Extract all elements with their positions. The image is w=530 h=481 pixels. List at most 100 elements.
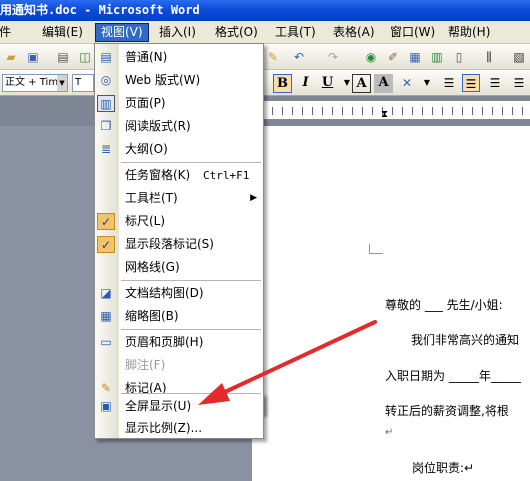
- thumbnails-icon: ▦: [100, 309, 112, 323]
- menu-item-label: 普通(N): [125, 50, 168, 64]
- doc-greeting: 尊敬的 ___ 先生/小姐:: [385, 298, 503, 312]
- reading-layout-icon: ❐: [100, 119, 112, 133]
- print-preview-icon[interactable]: ◫: [76, 48, 94, 66]
- bold-button[interactable]: B: [273, 74, 292, 93]
- menu-help[interactable]: 帮助(H): [443, 23, 495, 42]
- menu-item-shortcut: Ctrl+F1: [203, 169, 250, 182]
- insert-table-icon[interactable]: ▦: [406, 48, 424, 66]
- menu-format[interactable]: 格式(O): [210, 23, 263, 42]
- check-icon: ✓: [97, 213, 115, 230]
- font-combo-value: T: [75, 77, 82, 88]
- menu-item-label: 页眉和页脚(H): [125, 335, 204, 349]
- insert-excel-icon[interactable]: ▥: [428, 48, 446, 66]
- char-shading-button[interactable]: A: [374, 74, 393, 93]
- open-icon[interactable]: ▰: [2, 48, 20, 66]
- menu-item-label: 显示段落标记(S): [125, 237, 214, 251]
- style-combo[interactable]: 正文 + Tim ▼: [2, 74, 68, 92]
- menu-item-outline[interactable]: ≣ 大纲(O): [95, 138, 263, 161]
- menu-item-zoom[interactable]: 显示比例(Z)...: [95, 417, 263, 440]
- menu-item-header-footer[interactable]: ▭ 页眉和页脚(H): [95, 331, 263, 354]
- menu-item-label: 网格线(G): [125, 260, 180, 274]
- italic-button[interactable]: I: [296, 74, 315, 93]
- align-left-icon[interactable]: ☰: [440, 74, 458, 92]
- menu-item-label: 页面(P): [125, 96, 166, 110]
- menu-item-label: 阅读版式(R): [125, 119, 191, 133]
- menu-separator: [121, 393, 261, 394]
- menu-edit[interactable]: 编辑(E): [37, 23, 88, 42]
- font-combo[interactable]: T: [72, 74, 94, 92]
- menu-bar: 件 编辑(E) 视图(V) 插入(I) 格式(O) 工具(T) 表格(A) 窗口…: [0, 21, 530, 44]
- hyperlink-icon[interactable]: ◉: [362, 48, 380, 66]
- view-menu-dropdown: ▤ 普通(N) ◎ Web 版式(W) ▥ 页面(P) ❐ 阅读版式(R) ≣ …: [94, 43, 264, 414]
- menu-item-gridlines[interactable]: 网格线(G): [95, 256, 263, 279]
- menu-item-label: 脚注(F): [125, 358, 166, 372]
- menu-item-full-screen[interactable]: ▣ 全屏显示(U): [95, 395, 263, 418]
- menu-item-document-map[interactable]: ◪ 文档结构图(D): [95, 282, 263, 305]
- doc-line-2: 我们非常高兴的通知: [411, 333, 520, 347]
- doc-line-3: 入职日期为 _____年_____: [385, 369, 521, 383]
- format-painter-icon[interactable]: ✎: [264, 48, 282, 66]
- show-hide-icon[interactable]: ⫼: [480, 48, 498, 66]
- view-menu-dropdown-tail: ▣ 全屏显示(U) 显示比例(Z)...: [94, 393, 264, 439]
- underline-button[interactable]: U: [318, 74, 337, 93]
- standard-toolbar: ▰ ▣ ▤ ◫ ✎ ↶ ↷ ◉ ✐ ▦ ▥ ▯ ⫼ ▧: [0, 44, 530, 70]
- header-footer-icon: ▭: [100, 335, 112, 349]
- full-screen-icon: ▣: [100, 399, 112, 413]
- chevron-down-icon: ▼: [57, 75, 67, 91]
- menu-separator: [121, 162, 261, 163]
- char-border-button[interactable]: A: [352, 74, 371, 93]
- outline-view-icon: ≣: [100, 142, 112, 156]
- doc-line-4: 转正后的薪资调整,将根: [385, 404, 509, 418]
- menu-item-ruler[interactable]: ✓ 标尺(L): [95, 210, 263, 233]
- menu-view[interactable]: 视图(V): [95, 23, 149, 42]
- submenu-arrow-icon: ▶: [250, 193, 257, 203]
- menu-item-toolbars[interactable]: 工具栏(T) ▶: [95, 187, 263, 210]
- menu-item-label: 缩略图(B): [125, 309, 179, 323]
- menu-item-label: 全屏显示(U): [125, 399, 192, 413]
- print-layout-icon: ▥: [97, 95, 115, 112]
- menu-item-task-pane[interactable]: 任务窗格(K) Ctrl+F1: [95, 164, 263, 187]
- align-right-icon[interactable]: ☰: [486, 74, 504, 92]
- horizontal-ruler[interactable]: ⧗: [252, 100, 530, 120]
- menu-item-label: 标尺(L): [125, 214, 166, 228]
- menu-item-reading-layout[interactable]: ❐ 阅读版式(R): [95, 115, 263, 138]
- menu-item-web-layout[interactable]: ◎ Web 版式(W): [95, 69, 263, 92]
- menu-window[interactable]: 窗口(W): [385, 23, 440, 42]
- redo-icon[interactable]: ↷: [324, 48, 342, 66]
- menu-insert[interactable]: 插入(I): [154, 23, 201, 42]
- window-title: 用通知书.doc - Microsoft Word: [0, 3, 200, 17]
- formatting-toolbar: 正文 + Tim ▼ T B I U ▼ A A ✕ ▼ ☰ ☰ ☰ ☰: [0, 70, 530, 96]
- char-scale-dropdown-icon[interactable]: ▼: [418, 74, 436, 92]
- menu-tools[interactable]: 工具(T): [270, 23, 321, 42]
- tables-borders-icon[interactable]: ✐: [384, 48, 402, 66]
- style-combo-value: 正文 + Tim: [5, 77, 59, 88]
- columns-icon[interactable]: ▯: [450, 48, 468, 66]
- menu-item-label: 显示比例(Z)...: [125, 421, 203, 435]
- menu-item-label: 大纲(O): [125, 142, 168, 156]
- undo-icon[interactable]: ↶: [290, 48, 308, 66]
- menu-item-normal[interactable]: ▤ 普通(N): [95, 46, 263, 69]
- title-bar: 用通知书.doc - Microsoft Word: [0, 0, 530, 21]
- menu-item-footnotes: 脚注(F): [95, 354, 263, 377]
- justify-icon[interactable]: ☰: [510, 74, 528, 92]
- paragraph-mark: ↵: [385, 427, 394, 438]
- save-icon[interactable]: ▣: [24, 48, 42, 66]
- document-map-icon: ◪: [100, 286, 112, 300]
- ruler-ticks: [252, 107, 530, 115]
- web-layout-icon: ◎: [100, 73, 112, 87]
- menu-table[interactable]: 表格(A): [328, 23, 380, 42]
- menu-item-show-formatting[interactable]: ✓ 显示段落标记(S): [95, 233, 263, 256]
- menu-item-thumbnails[interactable]: ▦ 缩略图(B): [95, 305, 263, 328]
- menu-file[interactable]: 件: [0, 23, 16, 42]
- align-center-icon[interactable]: ☰: [462, 74, 480, 92]
- menu-separator: [121, 280, 261, 281]
- print-icon[interactable]: ▤: [54, 48, 72, 66]
- check-icon: ✓: [97, 236, 115, 253]
- char-scale-icon[interactable]: ✕: [398, 74, 416, 92]
- document-map-toolbar-icon[interactable]: ▧: [510, 48, 528, 66]
- indent-marker-icon[interactable]: ⧗: [381, 109, 388, 120]
- normal-view-icon: ▤: [100, 50, 112, 64]
- menu-item-print-layout[interactable]: ▥ 页面(P): [95, 92, 263, 115]
- menu-item-label: 工具栏(T): [125, 191, 178, 205]
- menu-item-label: 文档结构图(D): [125, 286, 204, 300]
